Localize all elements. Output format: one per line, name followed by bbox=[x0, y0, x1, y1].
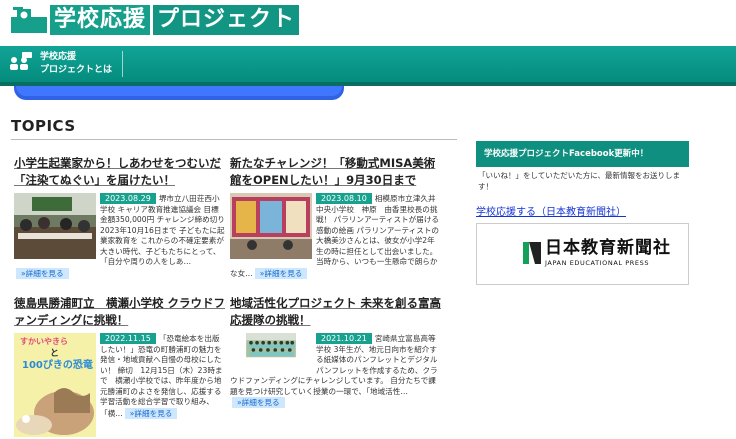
hero-banner-edge[interactable] bbox=[14, 86, 344, 100]
card-thumbnail[interactable] bbox=[230, 333, 312, 373]
logo-text-project: プロジェクト bbox=[150, 5, 300, 35]
topic-card[interactable]: 徳島県勝浦町立 横瀬小学校 クラウドファンディングに挑戦！ すかいやきら と 1… bbox=[14, 295, 226, 439]
card-body: 2021.10.21 宮崎県立富島高等学校 3年生が、地元日向市を紹介する紙媒体の… bbox=[230, 333, 442, 409]
card-thumbnail[interactable]: すかいやきら と 100ぴきの恐竜 bbox=[14, 333, 96, 437]
section-divider bbox=[11, 139, 457, 140]
card-date-badge: 2023.08.10 bbox=[316, 193, 372, 204]
nav-label-line2: プロジェクトとは bbox=[40, 65, 113, 75]
book-title-line1: すかいやきら bbox=[20, 337, 68, 346]
topic-card[interactable]: 地域活性化プロジェクト 未来を創る富高応援隊の挑戦！ 2021.10.21 宮崎県… bbox=[230, 295, 442, 409]
card-title[interactable]: 地域活性化プロジェクト 未来を創る富高応援隊の挑戦！ bbox=[230, 295, 442, 329]
people-icon bbox=[10, 52, 32, 70]
press-name-jp: 日本教育新聞社 bbox=[545, 238, 671, 258]
topic-card[interactable]: 新たなチャレンジ！「移動式MISA美術館をOPENしたい！」9月30日まで 20… bbox=[230, 155, 442, 279]
nav-label-line1: 学校応援 bbox=[40, 52, 77, 62]
support-link[interactable]: 学校応援する（日本教育新聞社） bbox=[476, 203, 626, 218]
press-banner[interactable]: 日本教育新聞社 JAPAN EDUCATIONAL PRESS bbox=[476, 223, 689, 285]
site-logo-text[interactable]: 学校応援 プロジェクト bbox=[50, 5, 300, 35]
site-header: 学校応援 プロジェクト bbox=[0, 0, 736, 46]
nav-item-about[interactable]: 学校応援 プロジェクトとは bbox=[8, 46, 112, 82]
card-title[interactable]: 徳島県勝浦町立 横瀬小学校 クラウドファンディングに挑戦！ bbox=[14, 295, 226, 329]
facebook-heading[interactable]: 学校応援プロジェクトFacebook更新中！ bbox=[476, 141, 689, 167]
card-more-link[interactable]: »詳細を見る bbox=[16, 267, 69, 279]
press-logo-icon bbox=[523, 242, 541, 264]
card-text: 堺市立八田荘西小学校 キャリア教育推進協議会 目標金額350,000円 チャレン… bbox=[100, 194, 233, 266]
card-body: すかいやきら と 100ぴきの恐竜 2022.11.15 「恐竜絵本を出版したい！… bbox=[14, 333, 226, 437]
topic-card[interactable]: 小学生起業家から！しあわせをつむいだ「注染てぬぐい」を届けたい！ 2023.08… bbox=[14, 155, 232, 279]
card-title[interactable]: 新たなチャレンジ！「移動式MISA美術館をOPENしたい！」9月30日まで bbox=[230, 155, 442, 189]
card-more-link[interactable]: »詳細を見る bbox=[254, 267, 308, 279]
nav-item-label: 学校応援 プロジェクトとは bbox=[40, 51, 112, 77]
nav-divider bbox=[122, 51, 123, 77]
logo-text-school: 学校応援 bbox=[50, 5, 151, 35]
facebook-description: 「いいね！」をしていただいた方に、最新情報をお送りします！ bbox=[478, 171, 681, 191]
press-name-en: JAPAN EDUCATIONAL PRESS bbox=[545, 259, 650, 267]
book-title-line3: 100ぴきの恐竜 bbox=[22, 360, 93, 371]
book-title-line2: と bbox=[50, 349, 60, 359]
section-title: TOPICS bbox=[11, 117, 76, 135]
main-nav: 学校応援 プロジェクトとは bbox=[0, 46, 736, 82]
card-date-badge: 2023.08.29 bbox=[100, 193, 156, 204]
card-body: 2023.08.29 堺市立八田荘西小学校 キャリア教育推進協議会 目標金額350… bbox=[14, 193, 232, 279]
card-body: 2023.08.10 相模原市立津久井中央小学校 神原 由香里校長の挑戦！ パラリ… bbox=[230, 193, 442, 279]
card-more-link[interactable]: »詳細を見る bbox=[232, 397, 285, 408]
card-date-badge: 2022.11.15 bbox=[100, 333, 156, 344]
card-more-link[interactable]: »詳細を見る bbox=[124, 407, 178, 419]
card-thumbnail[interactable] bbox=[230, 193, 312, 259]
school-logo-icon[interactable] bbox=[11, 7, 47, 33]
card-date-badge: 2021.10.21 bbox=[316, 333, 372, 344]
card-title[interactable]: 小学生起業家から！しあわせをつむいだ「注染てぬぐい」を届けたい！ bbox=[14, 155, 226, 189]
card-text: 「恐竜絵本を出版したい！」恐竜の町勝浦町の魅力を発信・地域貢献へ自慢の母校にした… bbox=[100, 334, 223, 418]
card-thumbnail[interactable] bbox=[14, 193, 96, 259]
